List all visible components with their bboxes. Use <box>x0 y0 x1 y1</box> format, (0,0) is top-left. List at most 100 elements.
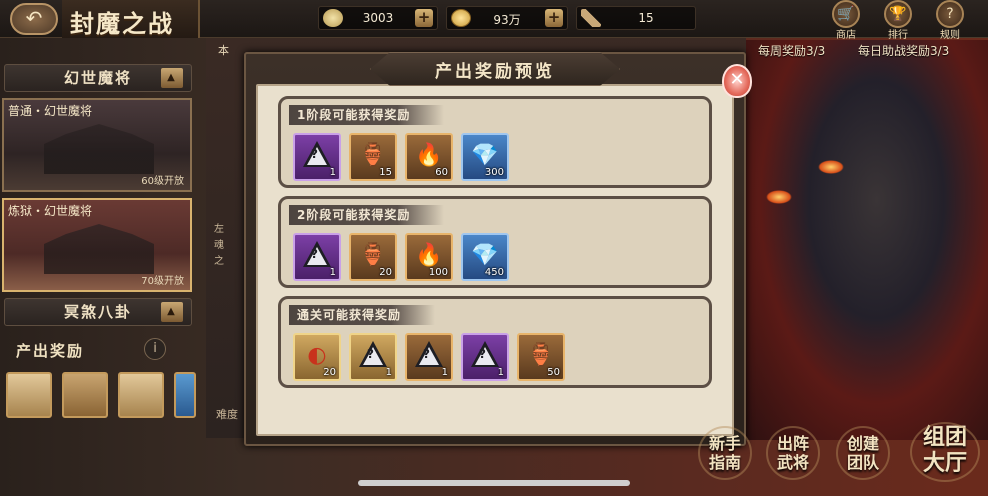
reward-item[interactable]: ? 1 <box>405 333 453 381</box>
ingot-icon <box>323 9 343 27</box>
reward-item[interactable]: 💎 450 <box>461 233 509 281</box>
feather-icon <box>581 9 601 27</box>
center-side-tag: 本 <box>218 44 229 57</box>
side-text-line: 魂 <box>214 240 224 251</box>
reward-item[interactable]: 🏺 50 <box>517 333 565 381</box>
collapse-triangle-icon: ▲ <box>161 302 183 322</box>
item-count: 20 <box>323 367 336 378</box>
difficulty-label: 难度 <box>216 408 238 421</box>
question-mark: ? <box>479 347 486 361</box>
item-count: 300 <box>484 167 504 178</box>
back-button[interactable]: ↶ <box>10 3 58 35</box>
item-count: 100 <box>428 267 448 278</box>
stage-header: 1阶段可能获得奖励 <box>289 105 445 125</box>
question-icon: ? <box>936 0 964 28</box>
side-text-line: 之 <box>214 256 224 267</box>
reward-thumb-shard[interactable] <box>118 372 164 418</box>
stage-2-rewards: 2阶段可能获得奖励 ? 1 🏺 20 🔥 100 💎 450 <box>278 196 712 288</box>
reward-thumb-jar[interactable] <box>174 372 196 418</box>
home-indicator[interactable] <box>358 480 630 486</box>
shop-label: 商店 <box>836 30 856 41</box>
close-button[interactable]: ✕ <box>722 64 752 98</box>
side-text-line: 左 <box>214 224 224 235</box>
reward-item[interactable]: 🏺 15 <box>349 133 397 181</box>
reward-item[interactable]: 🔥 60 <box>405 133 453 181</box>
coin-icon <box>451 9 471 27</box>
group-header-phantom-general[interactable]: 幻世魔将 ▲ <box>4 64 192 92</box>
group-title: 冥煞八卦 <box>63 303 132 321</box>
button-ring <box>836 426 890 480</box>
stage-1-rewards: 1阶段可能获得奖励 ? 1 🏺 15 🔥 60 💎 300 <box>278 96 712 188</box>
center-side-text: 左 魂 之 <box>214 222 224 270</box>
create-team-button[interactable]: 创建 团队 <box>832 422 894 484</box>
boss-illustration <box>740 40 988 440</box>
question-mark: ? <box>311 247 318 261</box>
add-coin-button[interactable]: + <box>545 9 563 27</box>
reward-item[interactable]: ? 1 <box>349 333 397 381</box>
reward-thumb-fan[interactable] <box>62 372 108 418</box>
card-name: 普通・幻世魔将 <box>8 104 93 118</box>
item-count: 15 <box>379 167 392 178</box>
beginner-guide-button[interactable]: 新手 指南 <box>694 422 756 484</box>
team-lobby-button[interactable]: 组团 大厅 <box>906 418 984 486</box>
shop-cart-icon: 🛒 <box>832 0 860 28</box>
page-title: 封魔之战 <box>70 9 174 38</box>
reward-item[interactable]: ◐ 20 <box>293 333 341 381</box>
question-mark: ? <box>423 347 430 361</box>
resource-feather: 15 <box>576 6 696 30</box>
button-ring <box>766 426 820 480</box>
card-unlock: 70级开放 <box>141 276 184 287</box>
clear-rewards: 通关可能获得奖励 ◐ 20 ? 1 ? 1 ? 1 🏺 50 <box>278 296 712 388</box>
palace-image <box>44 124 154 174</box>
info-icon[interactable]: i <box>144 338 166 360</box>
rules-label: 规则 <box>940 30 960 41</box>
shop-button[interactable]: 🛒 商店 <box>826 0 866 41</box>
stage-card-purgatory[interactable]: 炼狱・幻世魔将 70级开放 <box>2 198 192 292</box>
button-ring <box>698 426 752 480</box>
item-count: 50 <box>547 367 560 378</box>
item-count: 1 <box>385 367 392 378</box>
question-mark: ? <box>367 347 374 361</box>
reward-item[interactable]: ? 1 <box>293 233 341 281</box>
card-name: 炼狱・幻世魔将 <box>8 204 93 218</box>
reward-item[interactable]: ? 1 <box>293 133 341 181</box>
reward-item[interactable]: 💎 300 <box>461 133 509 181</box>
reward-thumb-shard[interactable] <box>6 372 52 418</box>
reward-item[interactable]: ? 1 <box>461 333 509 381</box>
group-title: 幻世魔将 <box>63 69 132 87</box>
coin-value: 93万 <box>493 13 521 27</box>
item-count: 1 <box>441 367 448 378</box>
card-unlock: 60级开放 <box>141 176 184 187</box>
item-count: 20 <box>379 267 392 278</box>
resource-coin: 93万 + <box>446 6 568 30</box>
group-header-bagua[interactable]: 冥煞八卦 ▲ <box>4 298 192 326</box>
add-ingot-button[interactable]: + <box>415 9 433 27</box>
ranking-label: 排行 <box>888 30 908 41</box>
reward-item[interactable]: 🏺 20 <box>349 233 397 281</box>
ingot-value: 3003 <box>362 11 394 25</box>
item-count: 1 <box>329 167 336 178</box>
resource-ingot: 3003 + <box>318 6 438 30</box>
ranking-button[interactable]: 🏆 排行 <box>878 0 918 41</box>
rewards-label: 产出奖励 <box>16 342 85 360</box>
button-ring <box>910 422 980 482</box>
item-count: 60 <box>435 167 448 178</box>
palace-image <box>44 224 154 274</box>
reward-item[interactable]: 🔥 100 <box>405 233 453 281</box>
rules-button[interactable]: ? 规则 <box>930 0 970 41</box>
question-mark: ? <box>311 147 318 161</box>
trophy-icon: 🏆 <box>884 0 912 28</box>
item-count: 1 <box>329 267 336 278</box>
close-icon: ✕ <box>729 69 745 90</box>
feather-value: 15 <box>638 11 654 25</box>
boss-eye <box>818 160 844 174</box>
stage-card-normal[interactable]: 普通・幻世魔将 60级开放 <box>2 98 192 192</box>
deploy-general-button[interactable]: 出阵 武将 <box>762 422 824 484</box>
item-count: 450 <box>484 267 504 278</box>
left-panel: 幻世魔将 ▲ 普通・幻世魔将 60级开放 炼狱・幻世魔将 70级开放 冥煞八卦 … <box>0 58 198 438</box>
weekly-reward-status: 每周奖励3/3 <box>758 44 826 58</box>
back-arrow-icon: ↶ <box>25 6 43 30</box>
daily-assist-status: 每日助战奖励3/3 <box>858 44 950 58</box>
collapse-triangle-icon: ▲ <box>161 68 183 88</box>
stage-header: 通关可能获得奖励 <box>289 305 436 325</box>
